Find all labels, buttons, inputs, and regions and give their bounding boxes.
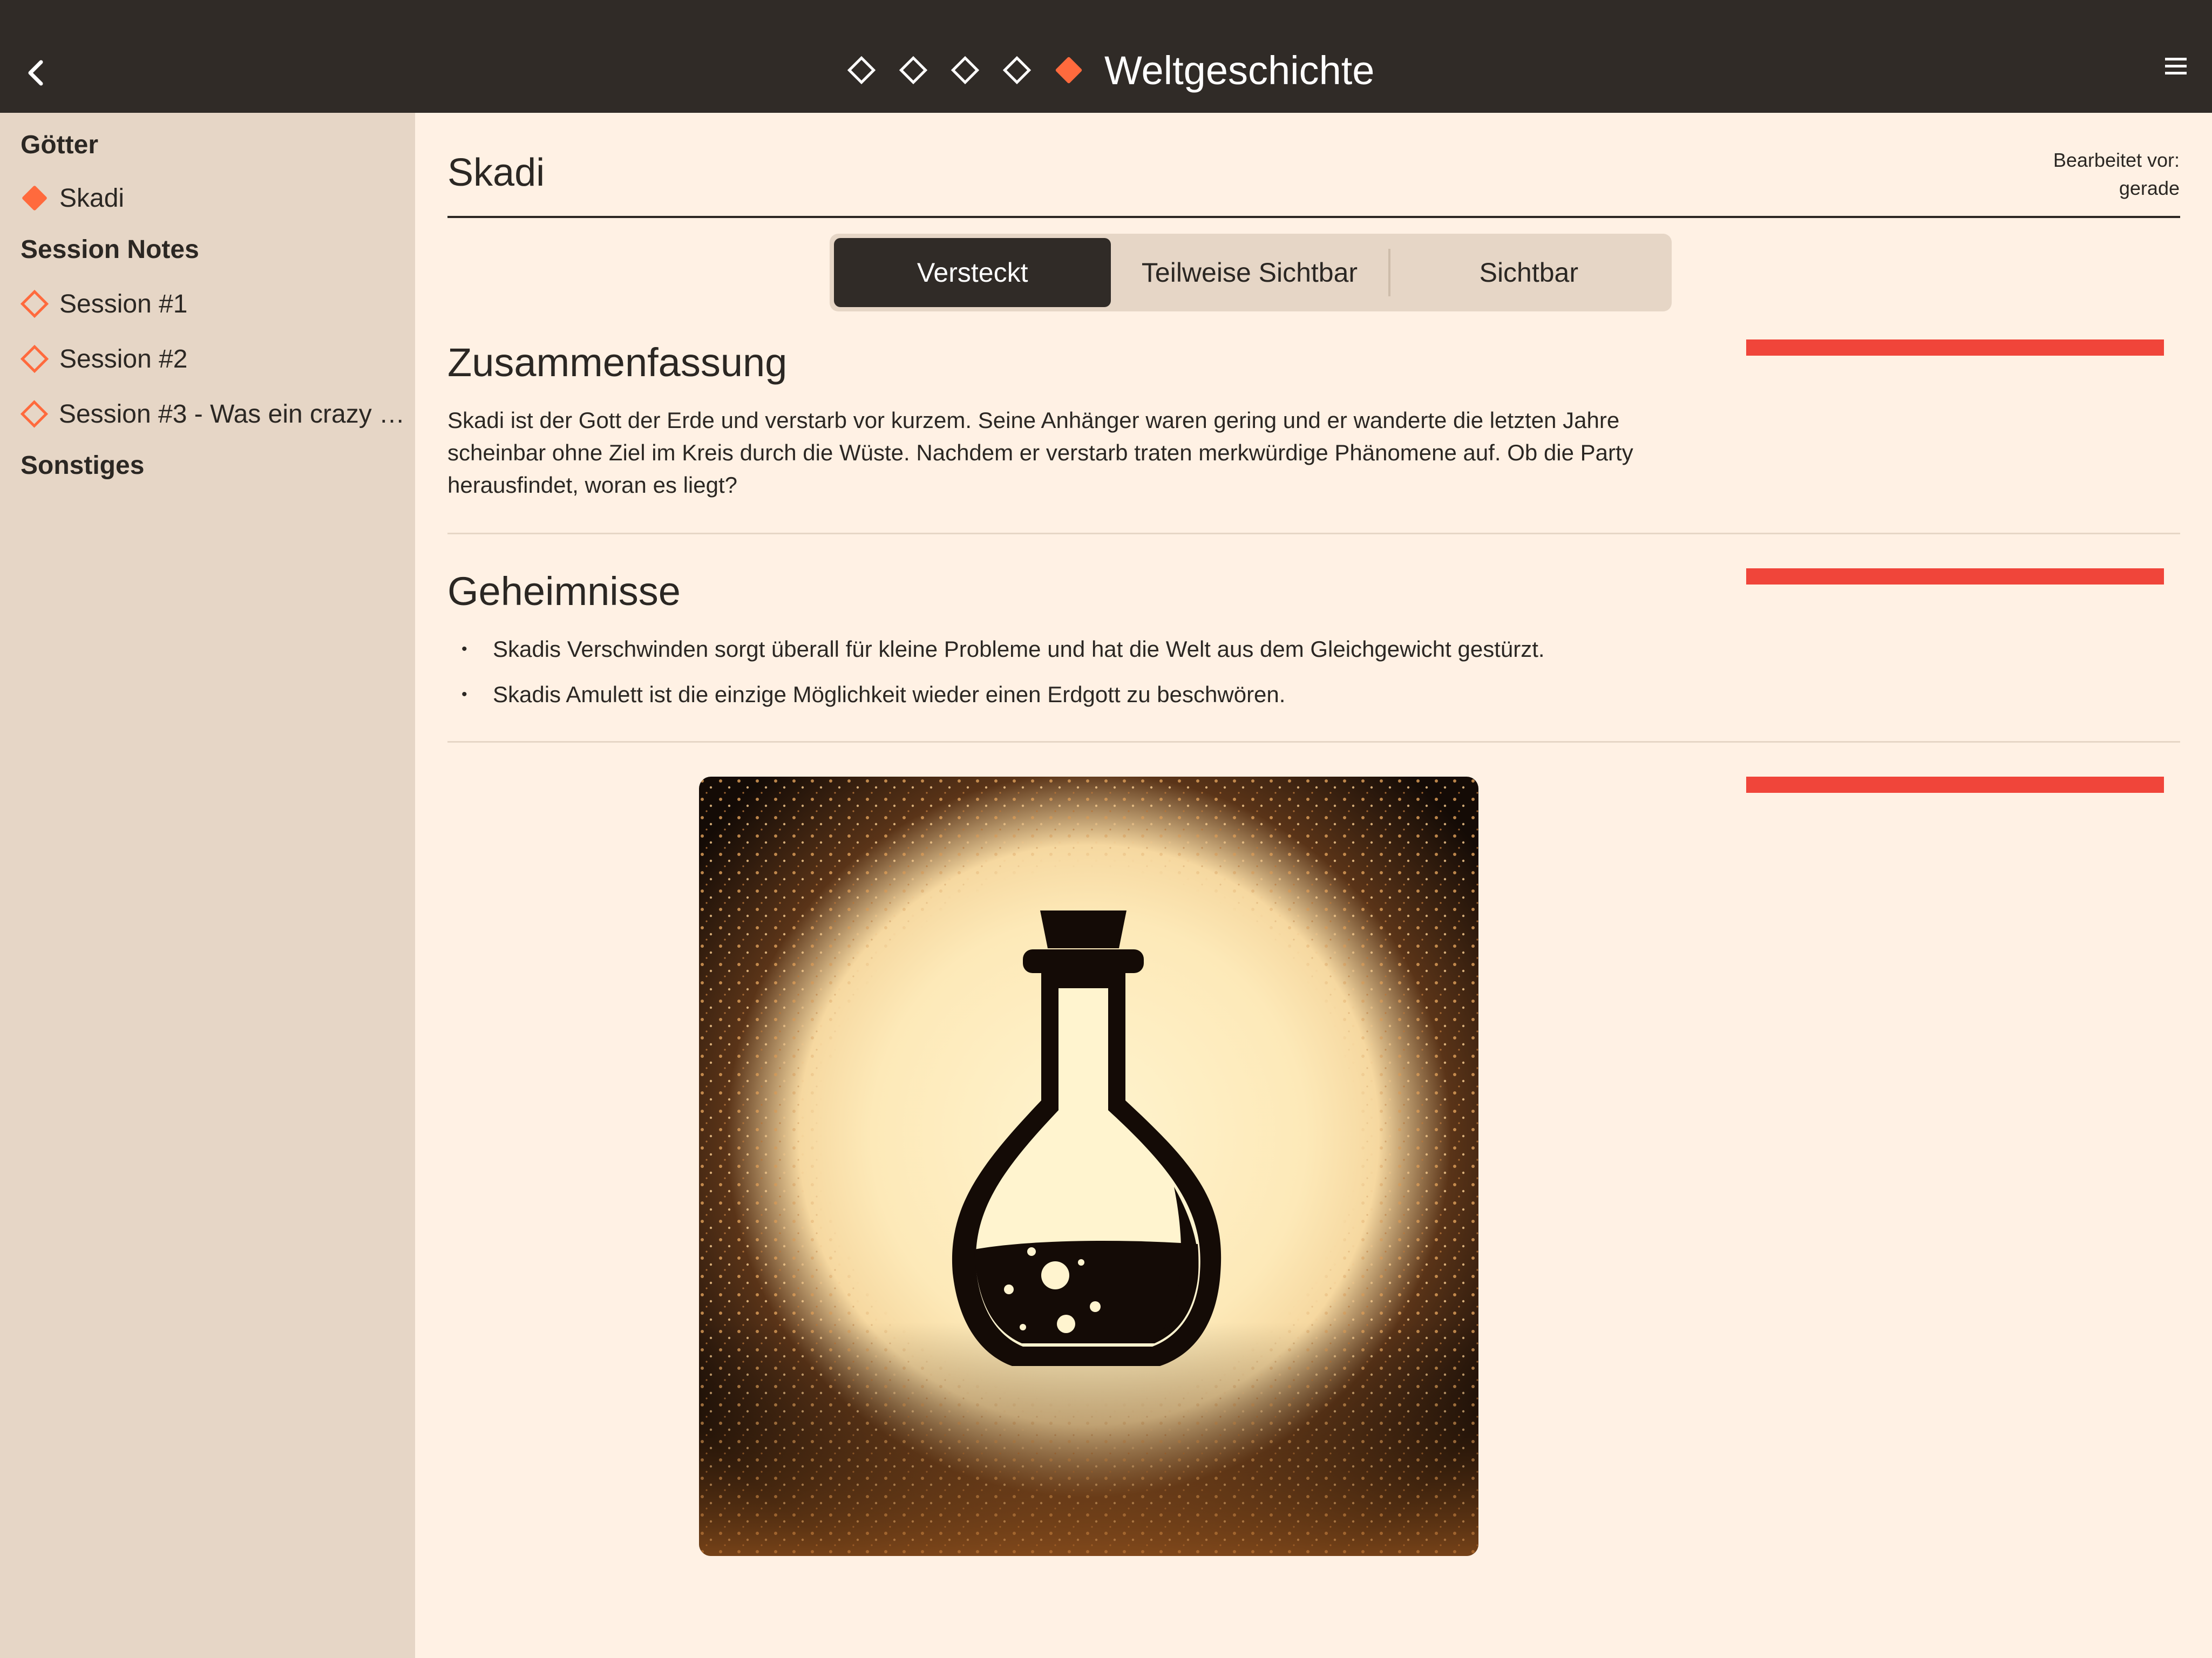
summary-heading: Zusammenfassung xyxy=(447,340,788,385)
diamond-outline-icon xyxy=(20,400,49,428)
sidebar: Götter Skadi Session Notes Session #1 Se… xyxy=(0,113,415,1658)
sidebar-heading-session-notes[interactable]: Session Notes xyxy=(21,235,199,264)
block-visibility-indicator[interactable] xyxy=(1746,568,2164,585)
sidebar-item-skadi[interactable]: Skadi xyxy=(19,176,408,220)
section-divider xyxy=(447,533,2180,534)
list-item[interactable]: Skadis Amulett ist die einzige Möglichke… xyxy=(447,672,1545,717)
visibility-option-sichtbar[interactable]: Sichtbar xyxy=(1390,238,1667,307)
diamond-outline-icon xyxy=(20,344,49,373)
visibility-option-teilweise-sichtbar[interactable]: Teilweise Sichtbar xyxy=(1111,238,1388,307)
sidebar-item-session-1[interactable]: Session #1 xyxy=(19,282,408,325)
sidebar-item-label: Session #3 - Was ein crazy ri... xyxy=(58,399,408,429)
last-edited-label: Bearbeitet vor: xyxy=(2053,149,2180,171)
visibility-option-versteckt[interactable]: Versteckt xyxy=(834,238,1111,307)
secrets-list: Skadis Verschwinden sorgt überall für kl… xyxy=(447,627,1545,717)
diamond-outline-icon xyxy=(847,56,876,85)
sidebar-heading-goetter[interactable]: Götter xyxy=(21,130,98,160)
diamond-outline-icon xyxy=(20,289,49,318)
diamond-filled-icon xyxy=(1055,57,1082,84)
breadcrumb: Weltgeschichte xyxy=(836,46,1374,94)
sidebar-item-session-3[interactable]: Session #3 - Was ein crazy ri... xyxy=(19,392,408,436)
chevron-left-icon xyxy=(28,60,43,86)
sidebar-heading-sonstiges[interactable]: Sonstiges xyxy=(21,451,144,480)
breadcrumb-marker-1[interactable] xyxy=(836,46,887,94)
secrets-heading: Geheimnisse xyxy=(447,569,681,614)
breadcrumb-marker-2[interactable] xyxy=(887,46,939,94)
title-divider xyxy=(447,216,2180,218)
menu-button[interactable] xyxy=(2162,53,2189,80)
breadcrumb-marker-current xyxy=(1043,46,1095,94)
block-visibility-indicator[interactable] xyxy=(1746,777,2164,793)
last-edited-value: gerade xyxy=(2119,177,2180,199)
block-visibility-indicator[interactable] xyxy=(1746,339,2164,356)
list-item[interactable]: Skadis Verschwinden sorgt überall für kl… xyxy=(447,627,1545,672)
breadcrumb-marker-4[interactable] xyxy=(991,46,1043,94)
main-content: Skadi Bearbeitet vor: gerade Versteckt T… xyxy=(415,113,2212,1658)
summary-text[interactable]: Skadi ist der Gott der Erde und verstarb… xyxy=(447,404,1689,501)
diamond-outline-icon xyxy=(1002,56,1032,85)
sidebar-item-label: Skadi xyxy=(59,184,125,213)
breadcrumb-marker-3[interactable] xyxy=(939,46,991,94)
potion-bottle-icon xyxy=(699,777,1478,1556)
diamond-outline-icon xyxy=(951,56,980,85)
diamond-filled-icon xyxy=(22,186,47,210)
back-button[interactable] xyxy=(22,54,49,92)
page-title-header: Weltgeschichte xyxy=(1104,47,1375,93)
sidebar-item-label: Session #2 xyxy=(59,344,188,373)
visibility-toggle: Versteckt Teilweise Sichtbar Sichtbar xyxy=(830,234,1672,311)
entry-image[interactable] xyxy=(699,777,1478,1556)
top-bar: Weltgeschichte xyxy=(0,0,2212,113)
last-edited: Bearbeitet vor: gerade xyxy=(2053,146,2180,202)
sidebar-item-session-2[interactable]: Session #2 xyxy=(19,337,408,380)
sidebar-item-label: Session #1 xyxy=(59,289,188,318)
entry-title[interactable]: Skadi xyxy=(447,151,545,195)
section-divider xyxy=(447,741,2180,743)
hamburger-menu-icon xyxy=(2165,58,2187,74)
diamond-outline-icon xyxy=(899,56,928,85)
